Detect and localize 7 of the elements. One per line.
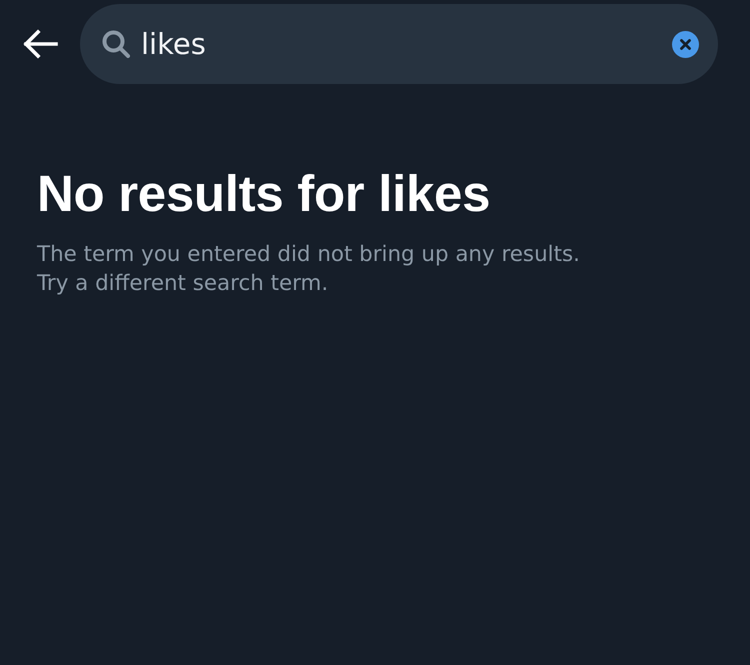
back-arrow-icon[interactable] — [22, 29, 58, 59]
search-input[interactable]: likes — [141, 24, 662, 64]
search-field[interactable]: likes — [80, 4, 718, 84]
empty-state-message: The term you entered did not bring up any results. Try a different search term. — [37, 241, 580, 298]
empty-state-title: No results for likes — [37, 164, 490, 224]
search-icon — [102, 30, 130, 58]
clear-icon[interactable] — [672, 30, 699, 58]
